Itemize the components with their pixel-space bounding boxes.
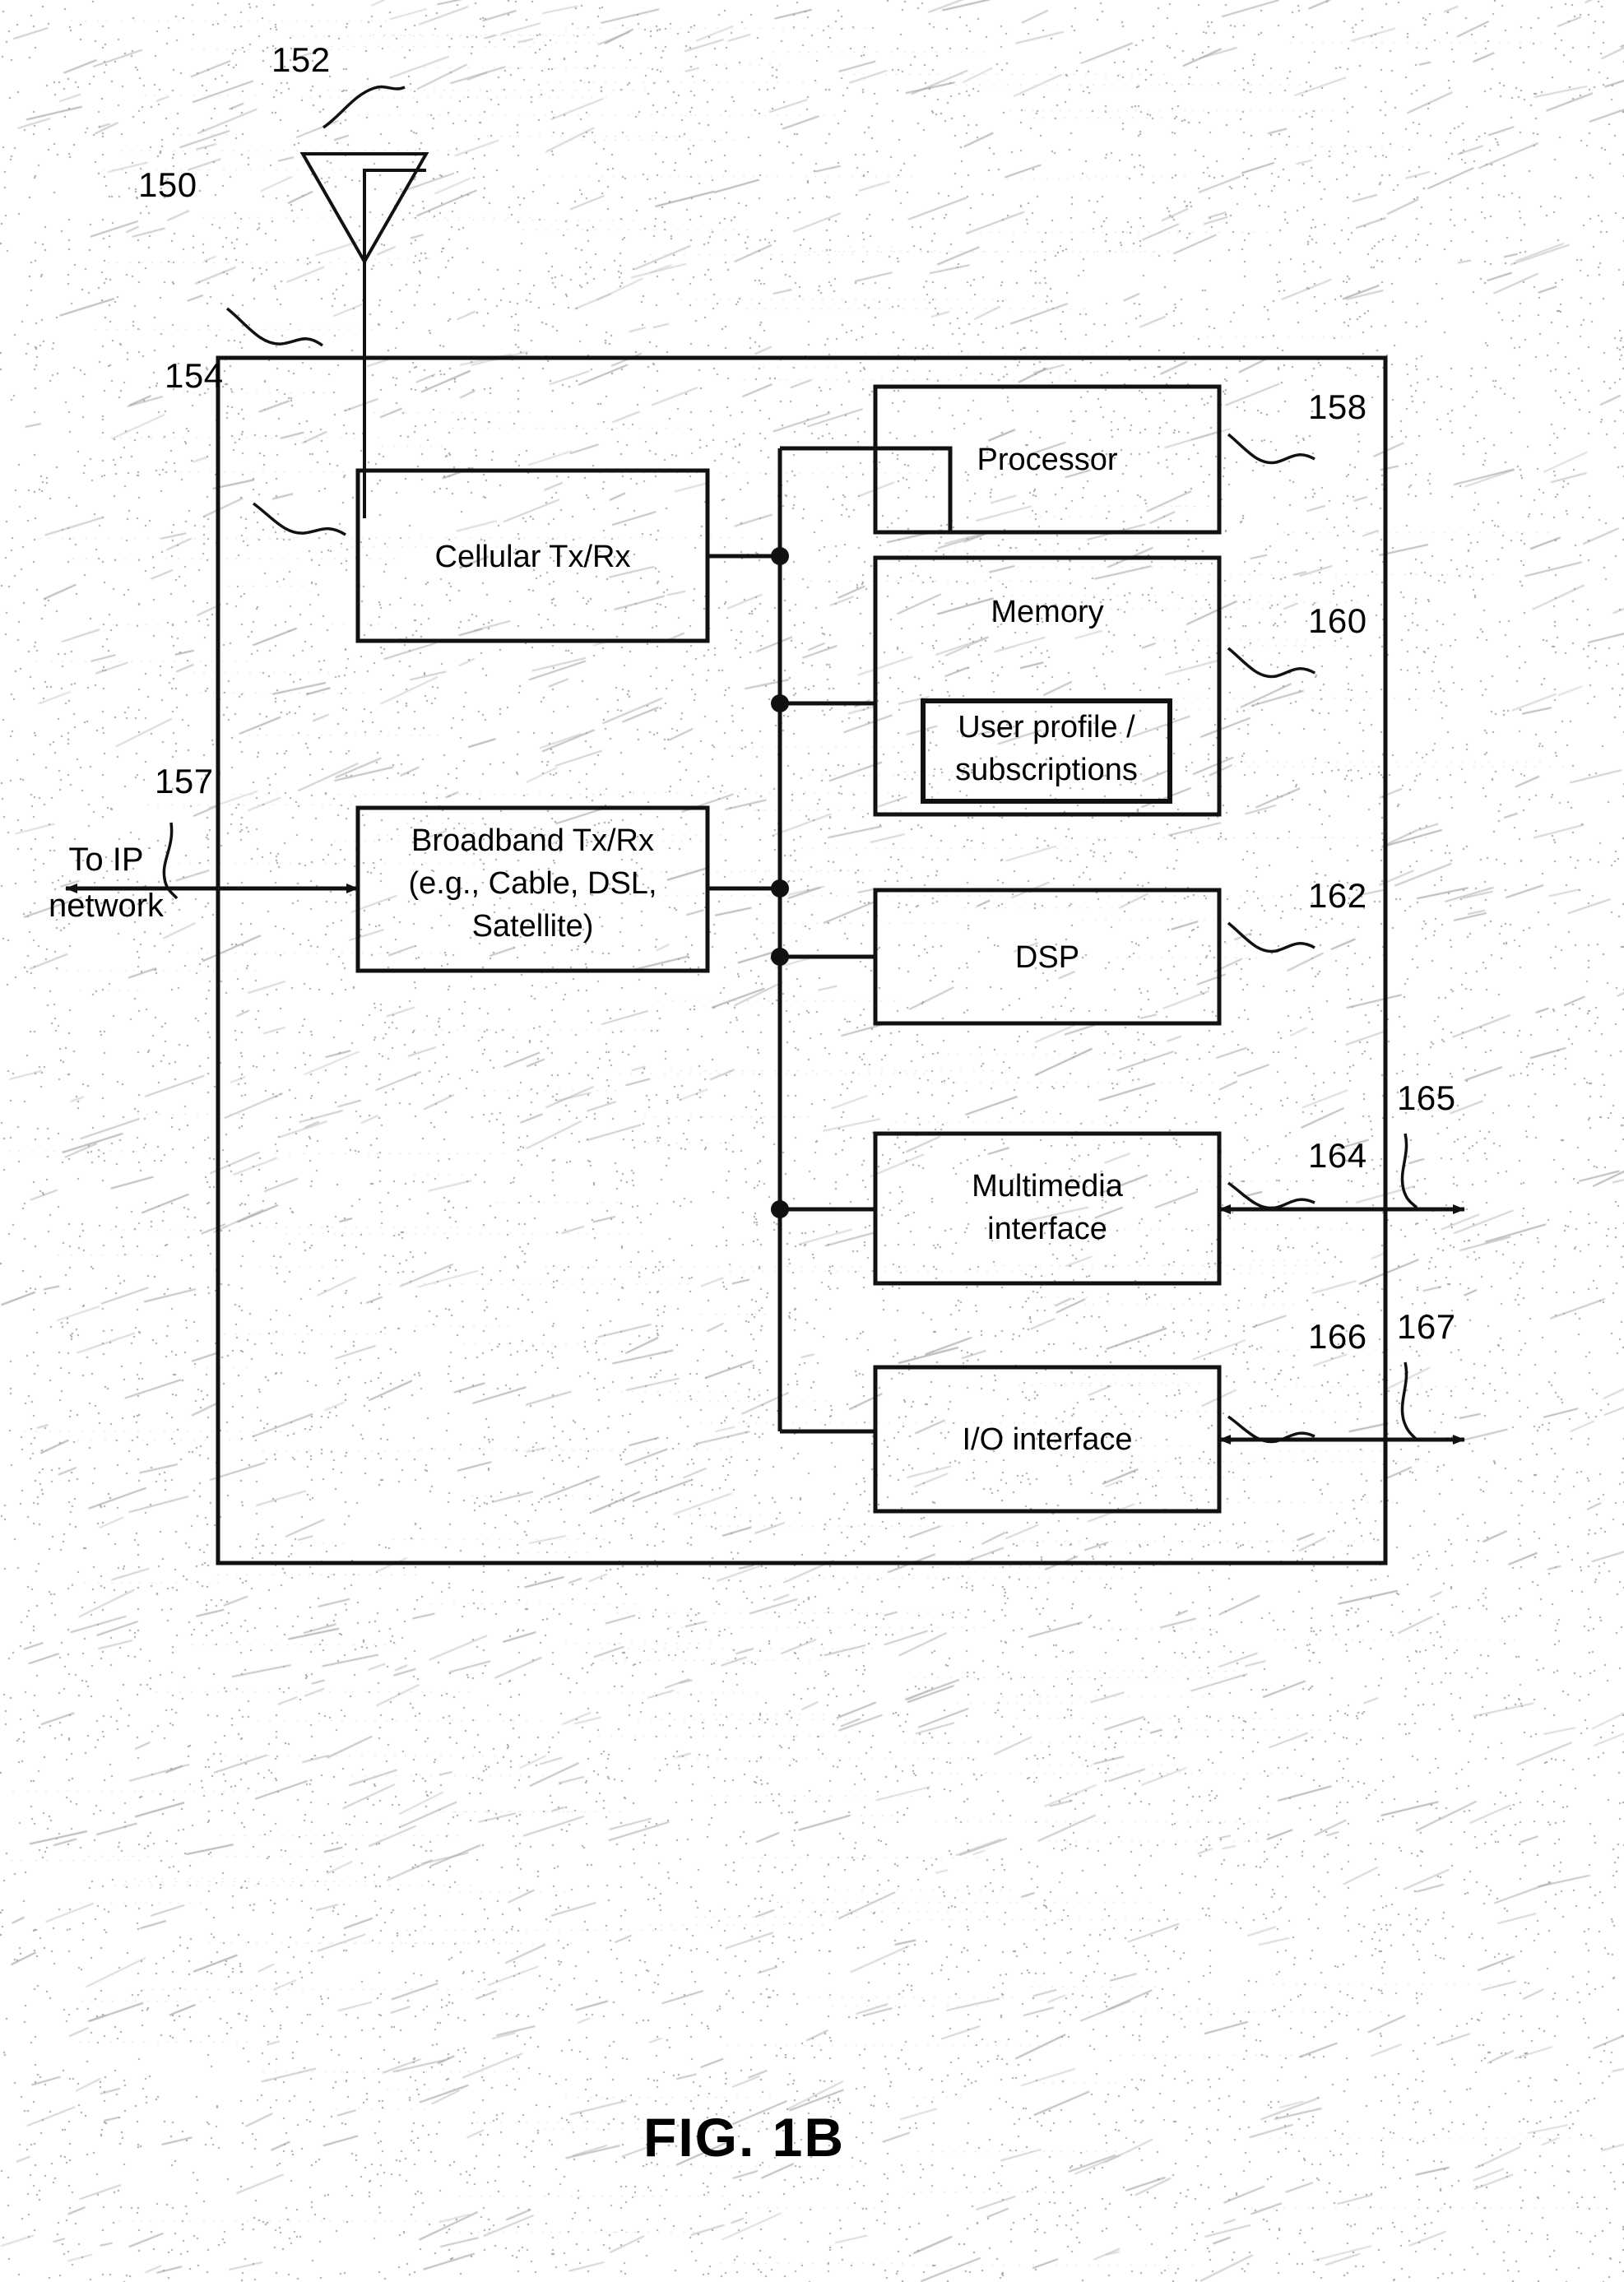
figure-caption: FIG. 1B [643, 2107, 846, 2168]
user-profile-label-line2: subscriptions [955, 753, 1138, 787]
ref-numeral-160: 160 [1308, 601, 1367, 640]
ref-numeral-150: 150 [138, 165, 197, 204]
broadband-txrx-label-line3: Satellite) [471, 909, 594, 944]
leader-158 [1227, 433, 1315, 465]
figure-line-art [65, 85, 1465, 1565]
leader-165 [1400, 1133, 1418, 1209]
user-profile-label-line1: User profile / [958, 710, 1135, 744]
ref-numeral-165: 165 [1397, 1078, 1456, 1117]
cellular-txrx-label: Cellular Tx/Rx [434, 540, 631, 574]
memory-label: Memory [991, 595, 1104, 629]
leader-154 [252, 502, 346, 536]
leader-150 [225, 307, 324, 347]
ref-numeral-158: 158 [1308, 387, 1367, 426]
broadband-txrx-label-line1: Broadband Tx/Rx [411, 823, 655, 858]
io-interface-label: I/O interface [962, 1422, 1133, 1457]
leader-162 [1227, 921, 1315, 953]
multimedia-interface-box [873, 1131, 1222, 1286]
figure-page: 152 150 154 157 158 160 162 164 165 166 … [0, 0, 1624, 2282]
dsp-label: DSP [1014, 940, 1080, 975]
broadband-txrx-label-line2: (e.g., Cable, DSL, [408, 866, 657, 901]
to-ip-network-label-line2: network [48, 888, 165, 924]
multimedia-interface-label-line2: interface [987, 1212, 1107, 1246]
ref-numeral-154: 154 [165, 356, 224, 395]
ref-numeral-166: 166 [1308, 1317, 1367, 1356]
leader-160 [1227, 647, 1315, 679]
ref-numeral-157: 157 [155, 762, 214, 800]
multimedia-interface-label-line1: Multimedia [972, 1169, 1123, 1204]
leader-164 [1227, 1181, 1315, 1210]
to-ip-network-label-line1: To IP [68, 842, 144, 878]
leader-152 [322, 85, 406, 129]
ref-numeral-162: 162 [1308, 876, 1367, 915]
processor-label: Processor [977, 443, 1118, 477]
ref-numeral-167: 167 [1397, 1307, 1456, 1346]
ref-numeral-152: 152 [271, 40, 331, 79]
leader-167 [1400, 1361, 1418, 1441]
ref-numeral-164: 164 [1308, 1136, 1367, 1175]
